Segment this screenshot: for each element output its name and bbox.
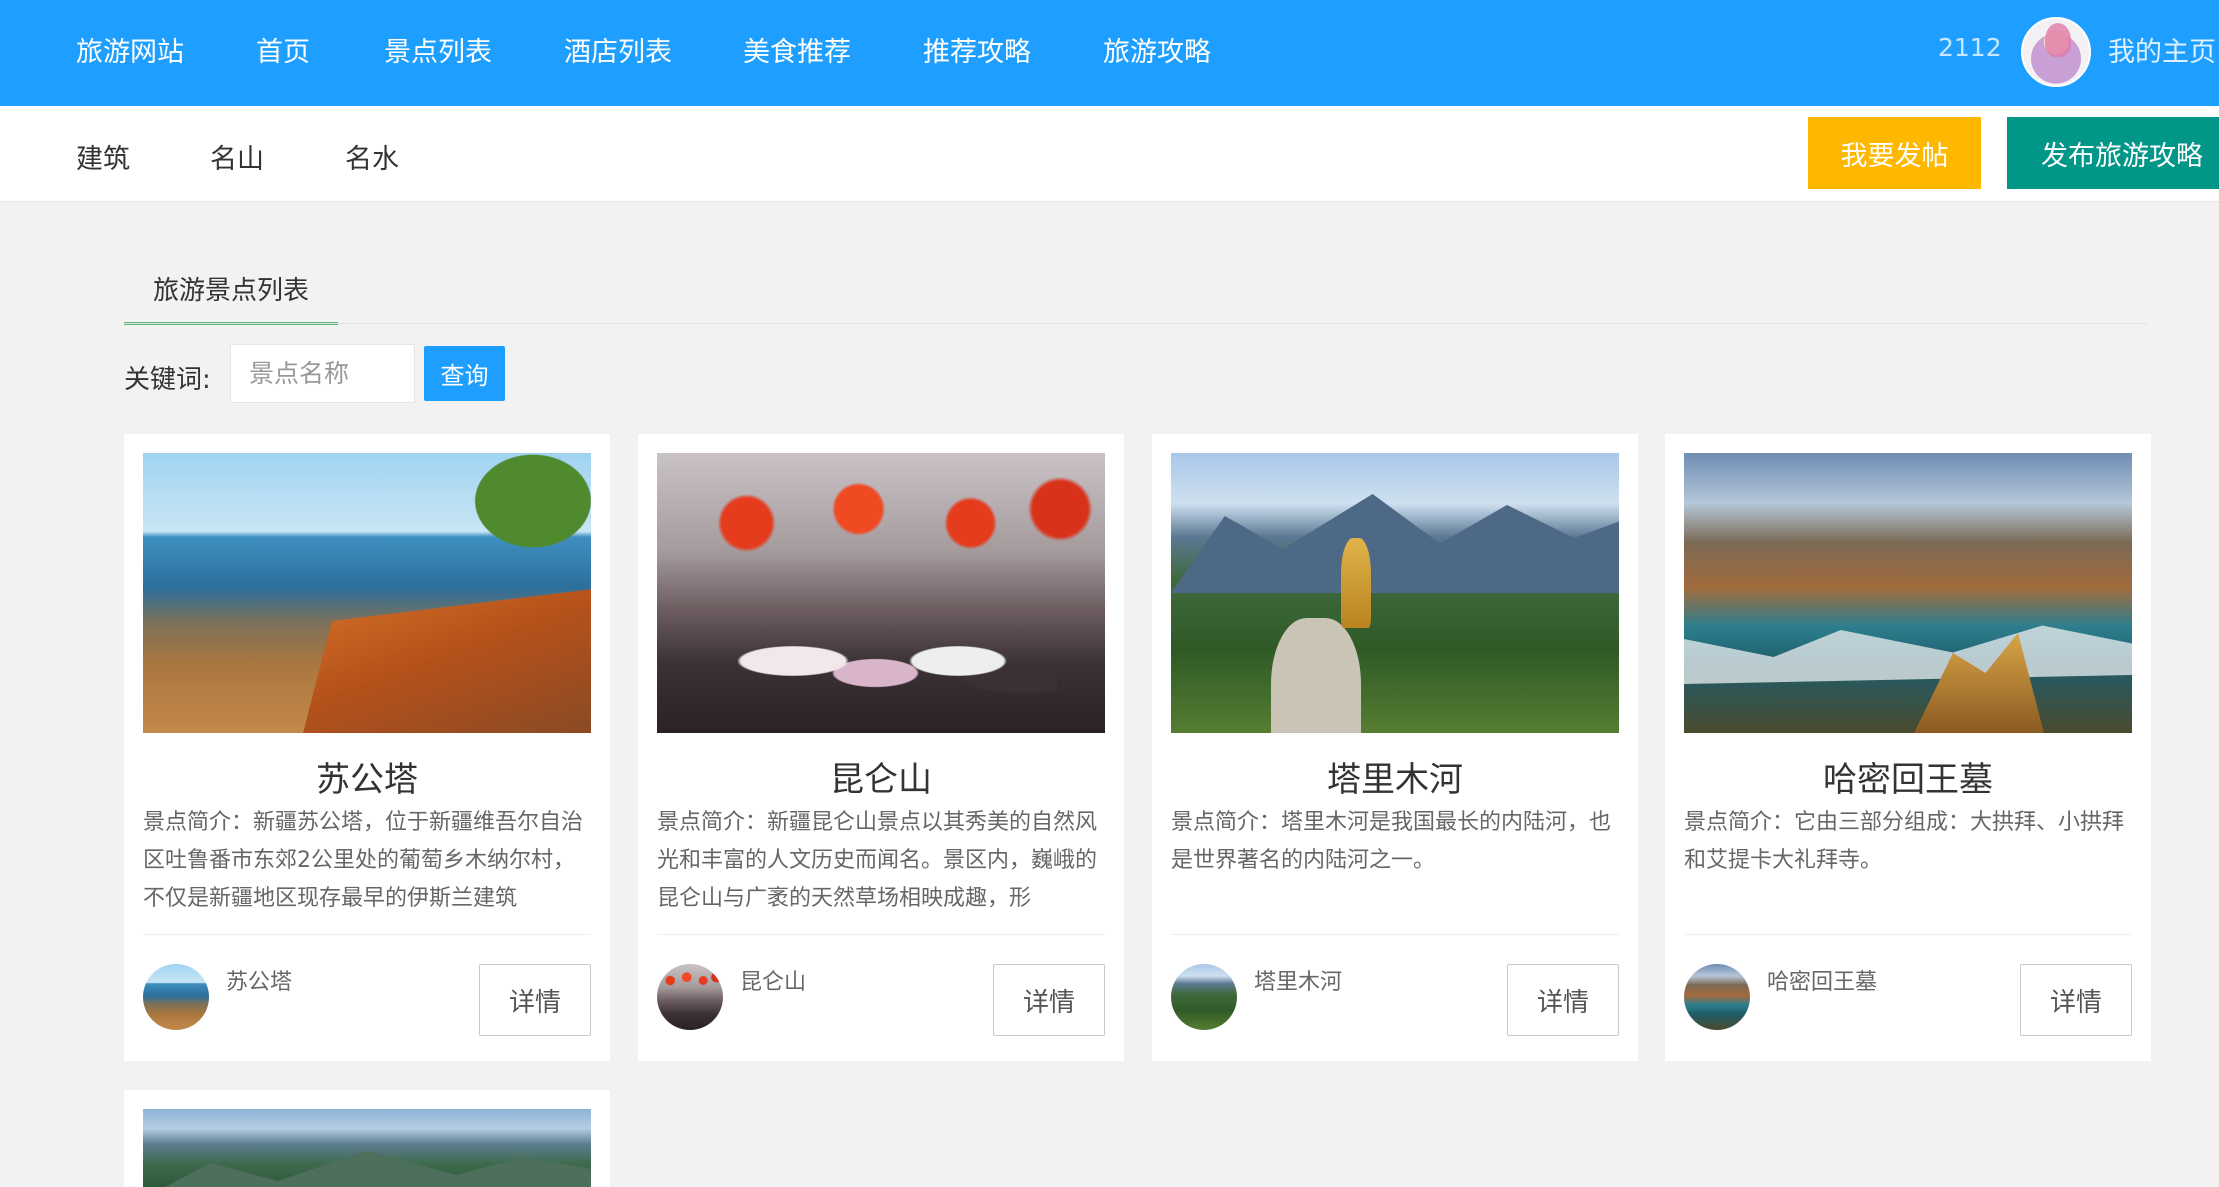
site-brand[interactable]: 旅游网站: [76, 30, 184, 69]
search-button[interactable]: 查询: [424, 346, 505, 401]
tab-scenic-list[interactable]: 旅游景点列表: [124, 265, 338, 325]
publish-guide-button[interactable]: 发布旅游攻略: [2007, 117, 2219, 189]
card-divider: [1171, 934, 1619, 935]
category-waters[interactable]: 名水: [345, 137, 399, 176]
scenic-description: 景点简介：新疆苏公塔，位于新疆维吾尔自治区吐鲁番市东郊2公里处的葡萄乡木纳尔村，…: [143, 810, 584, 911]
category-bar: 建筑 名山 名水 我要发帖 发布旅游攻略: [0, 106, 2219, 202]
scenic-photo[interactable]: [657, 453, 1105, 733]
scenic-thumbnail-label: 苏公塔: [226, 970, 293, 995]
category-architecture[interactable]: 建筑: [76, 137, 130, 176]
tab-divider: [124, 323, 2147, 324]
scenic-thumbnail-label: 哈密回王墓: [1767, 970, 1878, 995]
scenic-description: 景点简介：新疆昆仑山景点以其秀美的自然风光和丰富的人文历史而闻名。景区内，巍峨的…: [657, 810, 1098, 911]
scenic-name: 哈密回王墓: [1823, 760, 1993, 800]
detail-button[interactable]: 详情: [479, 964, 591, 1036]
detail-button[interactable]: 详情: [2020, 964, 2132, 1036]
scenic-photo[interactable]: [143, 453, 591, 733]
scenic-photo[interactable]: [143, 1109, 591, 1187]
card-divider: [1684, 934, 2132, 935]
scenic-thumbnail-label: 昆仑山: [740, 970, 807, 995]
scenic-card: 昆仑山 景点简介：新疆昆仑山景点以其秀美的自然风光和丰富的人文历史而闻名。景区内…: [638, 434, 1124, 1061]
scenic-description: 景点简介：塔里木河是我国最长的内陆河，也是世界著名的内陆河之一。: [1171, 810, 1612, 873]
scenic-card: 苏公塔 景点简介：新疆苏公塔，位于新疆维吾尔自治区吐鲁番市东郊2公里处的葡萄乡木…: [124, 434, 610, 1061]
scenic-name: 昆仑山: [830, 760, 932, 800]
nav-home[interactable]: 首页: [256, 30, 310, 69]
nav-hotel-list[interactable]: 酒店列表: [564, 30, 672, 69]
detail-button[interactable]: 详情: [1507, 964, 1619, 1036]
scenic-name: 苏公塔: [316, 760, 418, 800]
scenic-thumbnail: [1684, 964, 1750, 1030]
scenic-card: 塔里木河 景点简介：塔里木河是我国最长的内陆河，也是世界著名的内陆河之一。 塔里…: [1152, 434, 1638, 1061]
nav-food[interactable]: 美食推荐: [743, 30, 851, 69]
scenic-card: 哈密回王墓 景点简介：它由三部分组成：大拱拜、小拱拜和艾提卡大礼拜寺。 哈密回王…: [1665, 434, 2151, 1061]
top-navbar: 旅游网站 首页 景点列表 酒店列表 美食推荐 推荐攻略 旅游攻略 2112 我的…: [0, 0, 2219, 106]
scenic-thumbnail: [657, 964, 723, 1030]
my-home-link[interactable]: 我的主页: [2108, 30, 2216, 69]
card-divider: [143, 934, 591, 935]
detail-button[interactable]: 详情: [993, 964, 1105, 1036]
card-divider: [657, 934, 1105, 935]
scenic-thumbnail: [143, 964, 209, 1030]
nav-recommended-guides[interactable]: 推荐攻略: [923, 30, 1031, 69]
keyword-label: 关键词:: [124, 365, 211, 395]
keyword-input[interactable]: [230, 344, 415, 403]
nav-scenic-list[interactable]: 景点列表: [384, 30, 492, 69]
scenic-description: 景点简介：它由三部分组成：大拱拜、小拱拜和艾提卡大礼拜寺。: [1684, 810, 2125, 873]
scenic-photo[interactable]: [1684, 453, 2132, 733]
post-button[interactable]: 我要发帖: [1808, 117, 1981, 189]
scenic-thumbnail-label: 塔里木河: [1254, 970, 1343, 995]
user-id: 2112: [1938, 33, 2002, 62]
scenic-card: [124, 1090, 610, 1187]
user-avatar[interactable]: [2021, 17, 2091, 87]
scenic-name: 塔里木河: [1327, 760, 1463, 800]
scenic-thumbnail: [1171, 964, 1237, 1030]
scenic-photo[interactable]: [1171, 453, 1619, 733]
nav-travel-guides[interactable]: 旅游攻略: [1103, 30, 1211, 69]
category-mountains[interactable]: 名山: [210, 137, 264, 176]
